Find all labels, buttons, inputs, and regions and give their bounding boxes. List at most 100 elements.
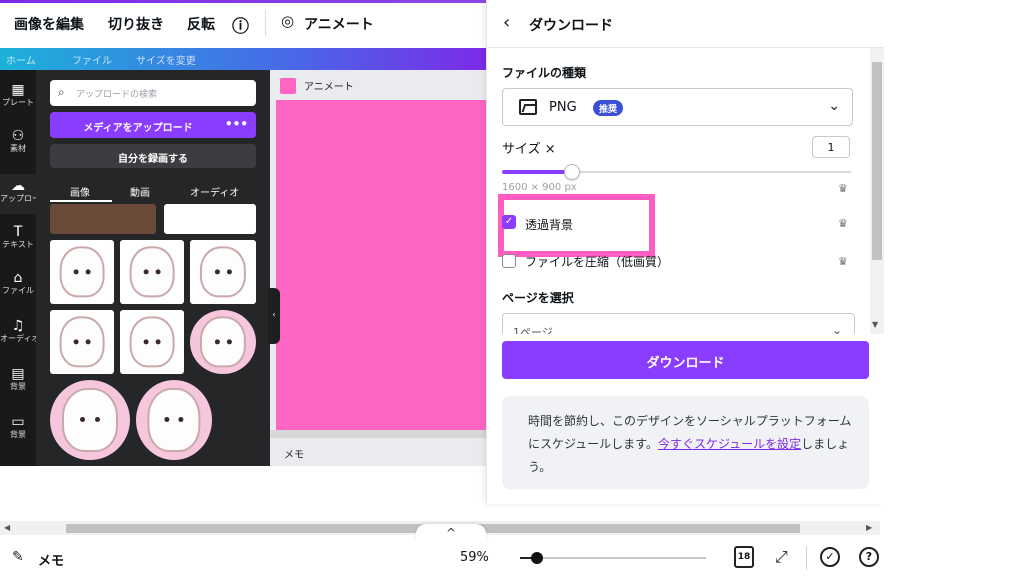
rail-label: 背景 [10,430,26,439]
transparent-background-checkbox[interactable]: ✓ [502,215,516,229]
rail-background[interactable]: ▤ 背景 [0,362,36,402]
toolbar-divider [265,10,266,36]
canvas-scrollbar[interactable] [270,430,486,438]
background-photo-icon: ▭ [11,414,25,430]
chevron-down-icon: ⌄ [828,98,840,114]
upload-thumbnail[interactable] [120,240,184,304]
menu-home[interactable]: ホーム [6,52,36,67]
cloud-upload-icon: ☁ [11,178,25,194]
rail-label: テキスト [2,240,34,249]
animate-button[interactable]: アニメート [304,14,374,34]
upload-thumbnail[interactable] [190,240,256,304]
page-select[interactable]: 1ページ ⌄ [502,313,855,334]
upload-thumbnail[interactable] [50,380,130,460]
rail-label: 素材 [10,144,26,153]
rail-elements[interactable]: ⚇ 素材 [0,124,36,164]
pages-count-icon[interactable]: 18 [734,546,754,568]
download-options: ファイルの種類 PNG 推奨 ⌄ サイズ × 1 1600 × 900 px ♛… [487,48,871,334]
squid-character-image [59,316,105,368]
check-icon[interactable]: ✓ [820,547,840,567]
transparent-background-label[interactable]: 透過背景 [525,216,573,233]
canvas-area: アニメート メモ [270,70,486,466]
upload-thumbnail[interactable] [164,204,256,234]
bottom-divider [806,546,807,570]
compress-file-label[interactable]: ファイルを圧縮（低画質） [525,253,669,270]
tab-audio[interactable]: オーディオ [190,184,239,199]
record-yourself-button[interactable]: 自分を録画する [50,144,256,168]
file-type-select[interactable]: PNG 推奨 ⌄ [502,88,853,126]
rail-text[interactable]: T テキスト [0,220,36,260]
info-icon[interactable]: ⓘ [232,12,249,37]
dimensions-text: 1600 × 900 px [502,182,577,193]
rail-uploads[interactable]: ☁ アップロード [0,174,48,214]
upload-thumbnail[interactable] [136,380,212,460]
files-icon: ⌂ [13,270,23,286]
size-input[interactable]: 1 [812,136,850,158]
editor-menu-bar: ホーム ファイル サイズを変更 [0,48,486,70]
file-type-value: PNG [549,100,577,115]
menu-file[interactable]: ファイル [72,52,112,67]
upload-thumbnail[interactable] [50,204,156,234]
fullscreen-icon[interactable]: ⤢ [775,547,788,567]
file-type-label: ファイルの種類 [502,66,587,80]
panel-scrollbar-thumb[interactable] [872,62,882,260]
crown-icon: ♛ [838,217,848,230]
squid-character-image [199,246,247,298]
schedule-now-link[interactable]: 今すぐスケジュールを設定 [658,437,801,451]
upload-thumbnail[interactable] [50,310,114,374]
scroll-left-arrow-icon[interactable]: ◀ [4,523,10,532]
recommended-badge: 推奨 [593,100,624,116]
more-options-icon[interactable]: ••• [225,117,248,131]
scroll-down-arrow-icon[interactable]: ▼ [872,320,878,329]
tab-images[interactable]: 画像 [70,184,90,199]
canvas-animate-button[interactable]: アニメート [304,78,354,93]
page-select-value: 1ページ [513,326,553,334]
squid-character-image [129,316,175,368]
rail-label: オーディオ [0,334,40,343]
memo-button[interactable]: メモ [38,550,64,569]
back-icon[interactable]: ‹ [503,12,510,33]
squid-character-image [59,246,105,298]
squid-character-image [147,388,201,452]
rail-background-2[interactable]: ▭ 背景 [0,410,36,450]
memo-icon[interactable]: ✎ [12,549,24,565]
scroll-right-arrow-icon[interactable]: ▶ [866,523,872,532]
schedule-promo: 時間を節約し、このデザインをソーシャルプラットフォームにスケジュールします。今す… [502,396,869,489]
background-color-swatch[interactable] [280,78,296,94]
crop-button[interactable]: 切り抜き [108,14,164,34]
size-slider-handle[interactable] [563,164,580,180]
zoom-level[interactable]: 59% [460,550,489,565]
elements-icon: ⚇ [11,128,25,144]
templates-icon: ▦ [11,82,25,98]
download-button[interactable]: ダウンロード [502,341,869,379]
search-placeholder: アップロードの検索 [76,90,158,100]
upload-thumbnail[interactable] [190,310,256,374]
compress-file-checkbox[interactable] [502,254,516,268]
active-tab-indicator [50,200,112,202]
menu-resize[interactable]: サイズを変更 [136,52,196,67]
download-panel-title: ダウンロード [529,18,613,34]
tab-videos[interactable]: 動画 [130,184,150,199]
music-icon: ♫ [11,318,25,334]
uploads-search-input[interactable]: ⌕ アップロードの検索 [50,80,256,106]
search-icon: ⌕ [58,85,65,99]
upload-media-button[interactable]: メディアをアップロード ••• [50,112,256,138]
design-canvas[interactable] [276,100,486,430]
panel-collapse-handle[interactable]: ‹ [268,288,280,344]
flip-button[interactable]: 反転 [187,14,215,34]
rail-files[interactable]: ⌂ ファイル [0,266,36,306]
zoom-slider-handle[interactable] [530,552,543,564]
animate-icon[interactable]: ◎ [281,12,294,30]
top-toolbar: 画像を編集 切り抜き 反転 ⓘ ◎ アニメート [0,0,486,48]
help-icon[interactable]: ? [859,547,879,567]
upload-thumbnail[interactable] [50,240,114,304]
rail-label: ファイル [2,286,34,295]
background-icon: ▤ [11,366,25,382]
rail-templates[interactable]: ▦ プレート [0,78,36,118]
rail-label: アップロード [0,194,48,203]
rail-audio[interactable]: ♫ オーディオ [0,314,40,354]
zoom-slider-track[interactable] [520,557,706,559]
canvas-memo-label[interactable]: メモ [284,446,304,461]
upload-thumbnail[interactable] [120,310,184,374]
edit-image-button[interactable]: 画像を編集 [14,14,84,34]
